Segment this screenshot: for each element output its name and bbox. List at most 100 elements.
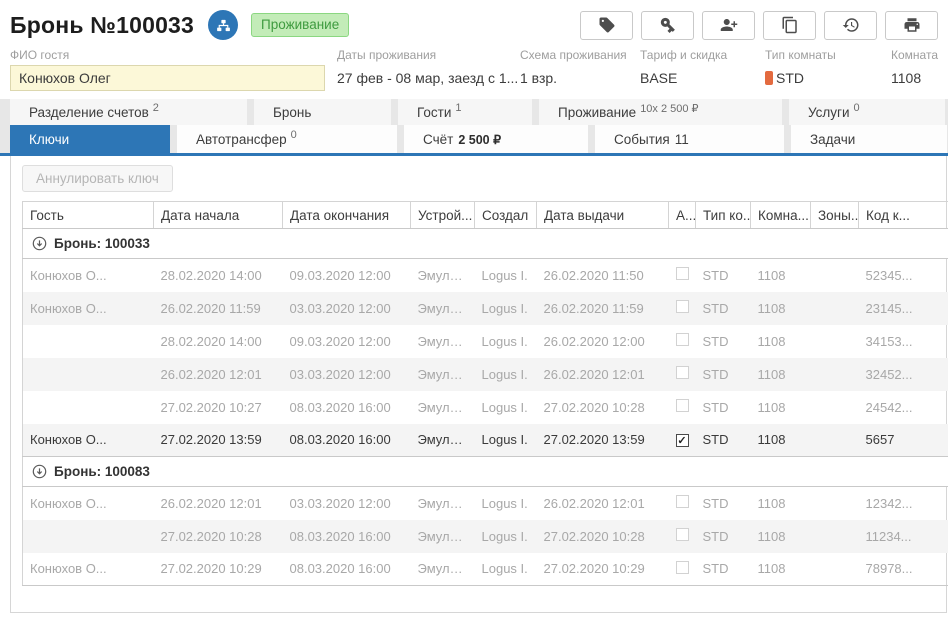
cell-start: 28.02.2020 14:00	[154, 325, 283, 358]
print-button[interactable]	[885, 11, 938, 40]
tab-guests[interactable]: Гости1	[398, 99, 532, 125]
cell-zones	[811, 325, 859, 358]
cell-room: 1108	[751, 424, 811, 457]
tab-services[interactable]: Услуги0	[789, 99, 945, 125]
group-row[interactable]: Бронь: 100083	[23, 457, 948, 487]
tab-bill-split[interactable]: Разделение счетов2	[10, 99, 247, 125]
cell-issued: 26.02.2020 11:59	[537, 292, 669, 325]
cell-zones	[811, 520, 859, 553]
tab-events[interactable]: События11	[595, 125, 784, 153]
cell-device: Эмулят...	[411, 553, 475, 586]
column-header[interactable]: Код к...	[859, 202, 948, 229]
key-active-checkbox[interactable]	[676, 495, 689, 508]
cell-start: 26.02.2020 12:01	[154, 487, 283, 520]
key-active-checkbox[interactable]	[676, 267, 689, 280]
cell-device: Эмулят...	[411, 292, 475, 325]
key-active-checkbox[interactable]	[676, 561, 689, 574]
key-row[interactable]: Конюхов О...26.02.2020 11:5903.03.2020 1…	[23, 292, 948, 325]
cell-room: 1108	[751, 553, 811, 586]
key-row[interactable]: Конюхов О...26.02.2020 12:0103.03.2020 1…	[23, 487, 948, 520]
tab-autotransfer[interactable]: Автотрансфер0	[177, 125, 397, 153]
tab-count: 11	[675, 132, 689, 147]
cell-device: Эмулят...	[411, 424, 475, 457]
cell-room: 1108	[751, 520, 811, 553]
stay-dates-label: Даты проживания	[337, 48, 520, 62]
cell-checked	[669, 520, 696, 553]
key-active-checkbox[interactable]	[676, 399, 689, 412]
cell-zones	[811, 391, 859, 424]
column-header[interactable]: Зоны...	[811, 202, 859, 229]
tab-keys[interactable]: Ключи	[10, 125, 170, 153]
column-header[interactable]: А...	[669, 202, 696, 229]
cell-issued: 26.02.2020 12:00	[537, 325, 669, 358]
cell-code: 23145...	[859, 292, 948, 325]
key-row[interactable]: Конюхов О...27.02.2020 13:5908.03.2020 1…	[23, 424, 948, 457]
tab-booking[interactable]: Бронь	[254, 99, 391, 125]
cell-checked	[669, 259, 696, 292]
cell-room_type: STD	[696, 424, 751, 457]
group-row[interactable]: Бронь: 100033	[23, 229, 948, 259]
cell-guest: Конюхов О...	[23, 553, 154, 586]
column-header[interactable]: Гость	[23, 202, 154, 229]
topbar: Бронь №100033 Проживание	[0, 0, 948, 44]
stay-dates-field: Даты проживания 27 фев - 08 мар, заезд с…	[337, 48, 520, 91]
guest-name-label: ФИО гостя	[10, 48, 337, 62]
cell-start: 26.02.2020 11:59	[154, 292, 283, 325]
keys-table-header: ГостьДата началаДата окончанияУстрой...С…	[23, 202, 948, 229]
column-header[interactable]: Комна...	[751, 202, 811, 229]
cell-end: 08.03.2020 16:00	[283, 520, 411, 553]
key-active-checkbox[interactable]	[676, 366, 689, 379]
cell-room: 1108	[751, 292, 811, 325]
key-active-checkbox[interactable]	[676, 333, 689, 346]
key-active-checkbox[interactable]	[676, 300, 689, 313]
copy-button[interactable]	[763, 11, 816, 40]
room-field: Комната 1108	[891, 48, 938, 91]
add-guest-button[interactable]	[702, 11, 755, 40]
key-active-checkbox-checked[interactable]: ✓	[676, 434, 689, 447]
annul-key-button[interactable]: Аннулировать ключ	[22, 165, 173, 192]
cell-end: 03.03.2020 12:00	[283, 358, 411, 391]
tags-button[interactable]	[580, 11, 633, 40]
cell-guest	[23, 325, 154, 358]
column-header[interactable]: Дата окончания	[283, 202, 411, 229]
tab-count: 0	[854, 102, 860, 114]
column-header[interactable]: Дата начала	[154, 202, 283, 229]
collapse-group-icon[interactable]	[32, 464, 47, 479]
key-row[interactable]: 27.02.2020 10:2808.03.2020 16:00Эмулят..…	[23, 520, 948, 553]
cell-created: Logus I.	[475, 292, 537, 325]
column-header[interactable]: Тип ко...	[696, 202, 751, 229]
key-row[interactable]: Конюхов О...27.02.2020 10:2908.03.2020 1…	[23, 553, 948, 586]
collapse-group-icon[interactable]	[32, 236, 47, 251]
key-row[interactable]: 27.02.2020 10:2708.03.2020 16:00Эмулят..…	[23, 391, 948, 424]
cell-checked	[669, 487, 696, 520]
guest-name-input[interactable]	[10, 65, 325, 91]
room-label: Комната	[891, 48, 938, 62]
keys-button[interactable]	[641, 11, 694, 40]
booking-summary-fields: ФИО гостя Даты проживания 27 фев - 08 ма…	[0, 44, 948, 99]
column-header[interactable]: Создал	[475, 202, 537, 229]
key-row[interactable]: Конюхов О...28.02.2020 14:0009.03.2020 1…	[23, 259, 948, 292]
tab-accommodation[interactable]: Проживание10x 2 500 ₽	[539, 99, 782, 125]
cell-zones	[811, 424, 859, 457]
cell-device: Эмулят...	[411, 391, 475, 424]
guest-name-field: ФИО гостя	[10, 48, 337, 91]
keys-panel: Аннулировать ключ ГостьДата началаДата о…	[10, 156, 947, 613]
column-header[interactable]: Дата выдачи	[537, 202, 669, 229]
tab-label: Ключи	[29, 132, 69, 147]
tabstrip: Разделение счетов2 Бронь Гости1 Проживание1…	[0, 99, 948, 156]
cell-created: Logus I.	[475, 391, 537, 424]
cell-checked	[669, 553, 696, 586]
key-row[interactable]: 26.02.2020 12:0103.03.2020 12:00Эмулят..…	[23, 358, 948, 391]
column-header[interactable]: Устрой...	[411, 202, 475, 229]
tab-invoice[interactable]: Счёт2 500 ₽	[404, 125, 588, 153]
history-button[interactable]	[824, 11, 877, 40]
tab-tasks[interactable]: Задачи	[791, 125, 947, 153]
key-row[interactable]: 28.02.2020 14:0009.03.2020 12:00Эмулят..…	[23, 325, 948, 358]
group-booking-icon[interactable]	[208, 10, 238, 40]
cell-end: 09.03.2020 12:00	[283, 325, 411, 358]
tab-label: Разделение счетов	[29, 105, 149, 120]
cell-code: 11234...	[859, 520, 948, 553]
tab-count: 0	[291, 129, 297, 141]
key-active-checkbox[interactable]	[676, 528, 689, 541]
cell-checked: ✓	[669, 424, 696, 457]
